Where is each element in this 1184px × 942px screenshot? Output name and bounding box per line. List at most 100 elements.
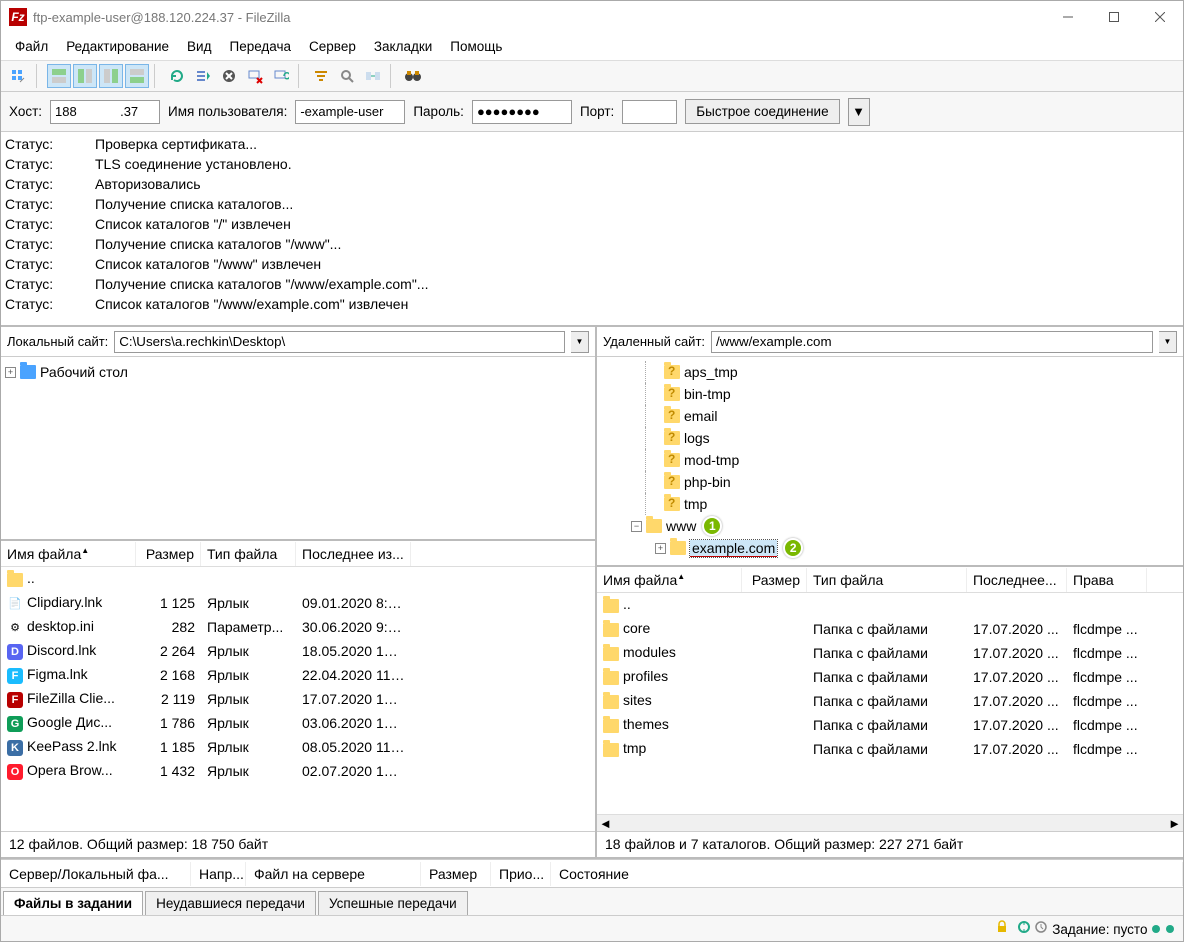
toggle-remote-tree-button[interactable] <box>99 64 123 88</box>
list-item[interactable]: KKeePass 2.lnk 1 185 Ярлык 08.05.2020 11… <box>1 735 595 759</box>
col-size[interactable]: Размер <box>136 542 201 566</box>
binoculars-button[interactable] <box>401 64 425 88</box>
tab-success[interactable]: Успешные передачи <box>318 891 468 915</box>
remote-hscroll[interactable]: ◄► <box>597 814 1183 831</box>
tree-item[interactable]: email <box>601 405 1179 427</box>
minimize-button[interactable] <box>1045 1 1091 33</box>
queue-col-dir[interactable]: Напр... <box>191 862 246 886</box>
remote-path-dropdown[interactable]: ▼ <box>1159 331 1177 353</box>
queue-col-status[interactable]: Состояние <box>551 862 1183 886</box>
compare-button[interactable] <box>361 64 385 88</box>
log-label: Статус: <box>5 274 95 294</box>
log-label: Статус: <box>5 234 95 254</box>
queue-tabs: Файлы в задании Неудавшиеся передачи Усп… <box>1 887 1183 915</box>
queue-header[interactable]: Сервер/Локальный фа... Напр... Файл на с… <box>1 859 1183 887</box>
remote-tree[interactable]: aps_tmp bin-tmp email logs mod-tmp php-b… <box>597 357 1183 567</box>
remote-list-header[interactable]: Имя файла▲ Размер Тип файла Последнее...… <box>597 567 1183 593</box>
site-manager-button[interactable] <box>7 64 31 88</box>
port-input[interactable] <box>622 100 677 124</box>
toggle-tree-button[interactable] <box>73 64 97 88</box>
keepass-icon: K <box>7 740 23 756</box>
local-list-header[interactable]: Имя файла▲ Размер Тип файла Последнее из… <box>1 541 595 567</box>
menu-bookmarks[interactable]: Закладки <box>366 35 440 58</box>
log-pane[interactable]: Статус:Проверка сертификата...Статус:TLS… <box>1 132 1183 327</box>
password-input[interactable] <box>472 100 572 124</box>
process-queue-button[interactable] <box>191 64 215 88</box>
menu-file[interactable]: Файл <box>7 35 56 58</box>
col-perm[interactable]: Права <box>1067 568 1147 592</box>
toggle-queue-button[interactable] <box>125 64 149 88</box>
tree-item[interactable]: mod-tmp <box>601 449 1179 471</box>
menu-transfer[interactable]: Передача <box>221 35 299 58</box>
parent-row[interactable]: .. <box>597 593 1183 617</box>
tree-item[interactable]: tmp <box>601 493 1179 515</box>
col-type[interactable]: Тип файла <box>201 542 296 566</box>
quick-connect-button[interactable]: Быстрое соединение <box>685 99 839 124</box>
tree-item[interactable]: logs <box>601 427 1179 449</box>
maximize-button[interactable] <box>1091 1 1137 33</box>
list-item[interactable]: sites Папка с файлами 17.07.2020 ... flc… <box>597 689 1183 713</box>
col-date[interactable]: Последнее из... <box>296 542 411 566</box>
menu-edit[interactable]: Редактирование <box>58 35 177 58</box>
expand-toggle[interactable]: + <box>655 543 666 554</box>
col-name[interactable]: Имя файла <box>7 546 81 562</box>
col-size[interactable]: Размер <box>742 568 807 592</box>
local-file-list[interactable]: .. 📄Clipdiary.lnk 1 125 Ярлык 09.01.2020… <box>1 567 595 831</box>
list-item[interactable]: ⚙desktop.ini 282 Параметр... 30.06.2020 … <box>1 615 595 639</box>
tree-item[interactable]: aps_tmp <box>601 361 1179 383</box>
local-path-input[interactable] <box>114 331 565 353</box>
tree-item[interactable]: bin-tmp <box>601 383 1179 405</box>
tab-queued[interactable]: Файлы в задании <box>3 891 143 915</box>
col-name[interactable]: Имя файла <box>603 572 677 588</box>
filter-button[interactable] <box>309 64 333 88</box>
list-item[interactable]: DDiscord.lnk 2 264 Ярлык 18.05.2020 10:.… <box>1 639 595 663</box>
queue-col-server[interactable]: Сервер/Локальный фа... <box>1 862 191 886</box>
queue-col-remote[interactable]: Файл на сервере <box>246 862 421 886</box>
close-button[interactable] <box>1137 1 1183 33</box>
list-item[interactable]: modules Папка с файлами 17.07.2020 ... f… <box>597 641 1183 665</box>
disconnect-button[interactable] <box>243 64 267 88</box>
cancel-button[interactable] <box>217 64 241 88</box>
toggle-log-button[interactable] <box>47 64 71 88</box>
list-item[interactable]: profiles Папка с файлами 17.07.2020 ... … <box>597 665 1183 689</box>
queue-col-prio[interactable]: Прио... <box>491 862 551 886</box>
log-label: Статус: <box>5 194 95 214</box>
tree-item[interactable]: php-bin <box>601 471 1179 493</box>
menu-view[interactable]: Вид <box>179 35 219 58</box>
search-button[interactable] <box>335 64 359 88</box>
log-line: Получение списка каталогов "/www"... <box>95 234 341 254</box>
folder-icon <box>603 622 619 638</box>
list-item[interactable]: themes Папка с файлами 17.07.2020 ... fl… <box>597 713 1183 737</box>
tree-item-example[interactable]: + example.com 2 <box>601 537 1179 559</box>
remote-file-list[interactable]: .. core Папка с файлами 17.07.2020 ... f… <box>597 593 1183 814</box>
username-input[interactable] <box>295 100 405 124</box>
remote-path-input[interactable] <box>711 331 1153 353</box>
reconnect-button[interactable] <box>269 64 293 88</box>
queue-status: Задание: пусто <box>1052 922 1147 937</box>
parent-row[interactable]: .. <box>1 567 595 591</box>
host-label: Хост: <box>9 104 42 119</box>
list-item[interactable]: FFigma.lnk 2 168 Ярлык 22.04.2020 11:... <box>1 663 595 687</box>
menu-server[interactable]: Сервер <box>301 35 364 58</box>
list-item[interactable]: 📄Clipdiary.lnk 1 125 Ярлык 09.01.2020 8:… <box>1 591 595 615</box>
tab-failed[interactable]: Неудавшиеся передачи <box>145 891 316 915</box>
unknown-folder-icon <box>664 387 680 401</box>
expand-toggle[interactable]: + <box>5 367 16 378</box>
host-input[interactable] <box>50 100 160 124</box>
col-type[interactable]: Тип файла <box>807 568 967 592</box>
local-path-dropdown[interactable]: ▼ <box>571 331 589 353</box>
menu-help[interactable]: Помощь <box>442 35 510 58</box>
quick-connect-dropdown[interactable]: ▼ <box>848 98 870 126</box>
collapse-toggle[interactable]: − <box>631 521 642 532</box>
list-item[interactable]: OOpera Brow... 1 432 Ярлык 02.07.2020 10… <box>1 759 595 783</box>
queue-col-size[interactable]: Размер <box>421 862 491 886</box>
list-item[interactable]: core Папка с файлами 17.07.2020 ... flcd… <box>597 617 1183 641</box>
list-item[interactable]: tmp Папка с файлами 17.07.2020 ... flcdm… <box>597 737 1183 761</box>
list-item[interactable]: FFileZilla Clie... 2 119 Ярлык 17.07.202… <box>1 687 595 711</box>
refresh-button[interactable] <box>165 64 189 88</box>
local-tree[interactable]: + Рабочий стол <box>1 357 595 541</box>
tree-item-www[interactable]: − www 1 <box>601 515 1179 537</box>
col-date[interactable]: Последнее... <box>967 568 1067 592</box>
tree-item-desktop[interactable]: Рабочий стол <box>40 364 128 380</box>
list-item[interactable]: GGoogle Дис... 1 786 Ярлык 03.06.2020 10… <box>1 711 595 735</box>
